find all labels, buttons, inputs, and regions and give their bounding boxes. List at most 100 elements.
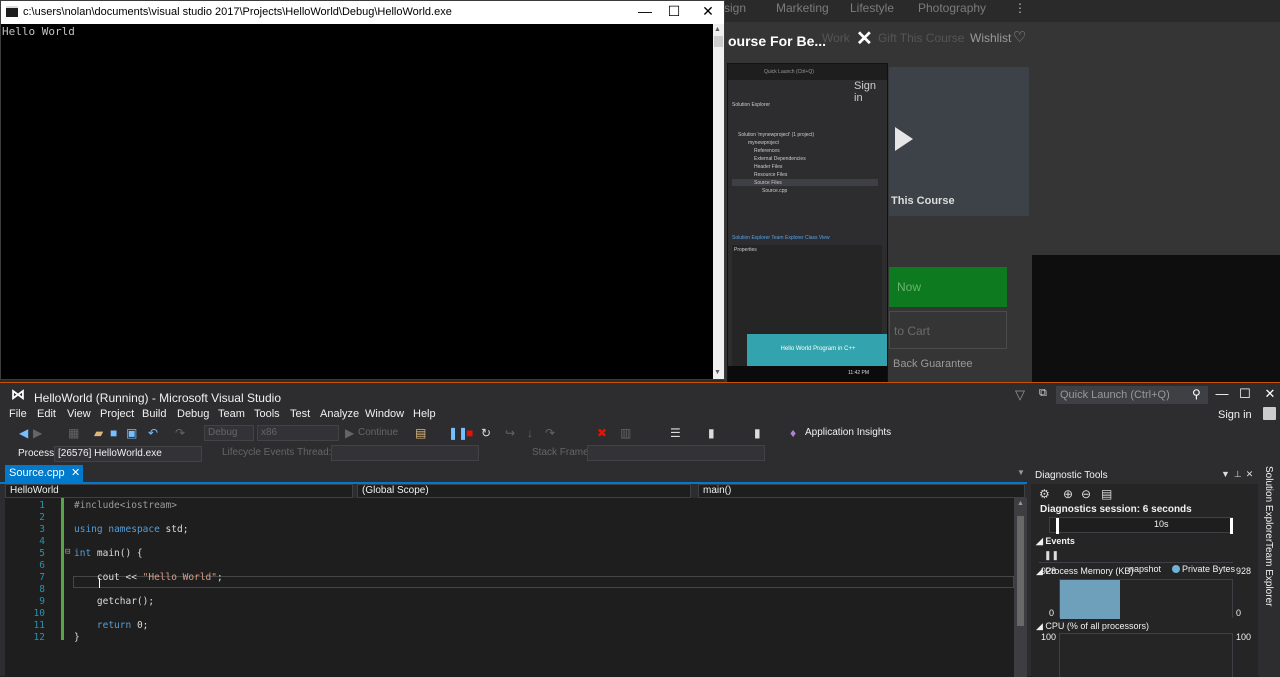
- locals-icon[interactable]: ▥: [620, 426, 631, 440]
- zoom-in-icon[interactable]: ⊕: [1063, 487, 1073, 501]
- nav-item[interactable]: Marketing: [776, 1, 829, 15]
- bookmark-next-icon[interactable]: ▮: [754, 426, 761, 440]
- save-all-icon[interactable]: ▣: [126, 426, 137, 440]
- console-window[interactable]: c:\users\nolan\documents\visual studio 2…: [0, 0, 725, 380]
- menu-window[interactable]: Window: [365, 408, 404, 420]
- tab-solution-explorer[interactable]: Solution Explorer: [1263, 466, 1274, 542]
- editor-scrollbar[interactable]: ▲: [1014, 498, 1027, 677]
- stop-debugging-icon[interactable]: ■: [466, 426, 473, 440]
- back-icon[interactable]: ◀: [19, 426, 28, 440]
- menu-file[interactable]: File: [9, 408, 27, 420]
- maximize-icon[interactable]: ☐: [1235, 386, 1255, 402]
- menu-tools[interactable]: Tools: [254, 408, 280, 420]
- add-to-cart-button[interactable]: to Cart: [889, 311, 1007, 349]
- close-icon[interactable]: ✕: [691, 3, 725, 21]
- diagnostics-timeline[interactable]: 10s: [1049, 517, 1233, 534]
- zoom-out-icon[interactable]: ⊖: [1081, 487, 1091, 501]
- step-over-icon[interactable]: ↷: [545, 426, 555, 440]
- undo-icon[interactable]: ↶: [148, 426, 158, 440]
- gift-course-link[interactable]: Gift This Course: [878, 31, 964, 45]
- avatar[interactable]: [1263, 407, 1276, 420]
- work-link[interactable]: Work: [822, 31, 850, 45]
- redo-icon[interactable]: ↷: [175, 426, 185, 440]
- continue-icon[interactable]: ▶: [345, 426, 354, 440]
- close-icon[interactable]: ✕: [856, 26, 873, 51]
- solution-platform-select[interactable]: x86: [257, 425, 339, 441]
- notifications-filter-icon[interactable]: ▽: [1015, 387, 1025, 403]
- quick-launch-icon[interactable]: ⧉: [1039, 387, 1047, 400]
- nav-item[interactable]: Photography: [918, 1, 986, 15]
- console-titlebar[interactable]: c:\users\nolan\documents\visual studio 2…: [1, 1, 724, 24]
- tab-source-cpp[interactable]: Source.cpp ✕: [5, 465, 83, 482]
- timeline-start-marker[interactable]: [1056, 518, 1059, 534]
- attach-icon[interactable]: ▤: [415, 426, 426, 440]
- scroll-thumb[interactable]: [714, 36, 723, 47]
- events-section[interactable]: ◢ Events: [1036, 536, 1075, 547]
- video-thumbnail[interactable]: This Course: [889, 67, 1029, 216]
- close-icon[interactable]: ✕: [1260, 386, 1280, 402]
- chevron-down-icon[interactable]: ▼: [1017, 468, 1025, 477]
- stack-frame-select[interactable]: [587, 445, 765, 461]
- toggle-comment-icon[interactable]: ☰: [670, 426, 681, 440]
- menu-help[interactable]: Help: [413, 408, 436, 420]
- more-vert-icon[interactable]: ⋮: [1014, 1, 1026, 15]
- pin-icon[interactable]: ⊥: [1234, 469, 1246, 479]
- gear-icon[interactable]: ⚙: [1039, 487, 1050, 501]
- scroll-up-icon[interactable]: ▲: [1017, 500, 1024, 507]
- tab-team-explorer[interactable]: Team Explorer: [1263, 542, 1274, 606]
- restart-icon[interactable]: ↻: [481, 426, 491, 440]
- menu-build[interactable]: Build: [142, 408, 166, 420]
- menu-analyze[interactable]: Analyze: [320, 408, 359, 420]
- panel-controls[interactable]: ▼⊥✕: [1221, 469, 1257, 480]
- bookmark-icon[interactable]: ▮: [708, 426, 715, 440]
- menu-view[interactable]: View: [67, 408, 91, 420]
- break-event-icon[interactable]: ❚❚: [1044, 550, 1059, 561]
- application-insights-icon[interactable]: ♦: [790, 426, 796, 440]
- menu-team[interactable]: Team: [218, 408, 245, 420]
- close-icon[interactable]: ✕: [1246, 469, 1258, 479]
- close-icon[interactable]: ✕: [71, 466, 80, 479]
- menu-test[interactable]: Test: [290, 408, 310, 420]
- diagnostic-tools-header[interactable]: Diagnostic Tools ▼⊥✕: [1031, 466, 1258, 484]
- scroll-down-icon[interactable]: ▼: [714, 369, 721, 376]
- menu-edit[interactable]: Edit: [37, 408, 56, 420]
- chevron-down-icon[interactable]: ▼: [1221, 469, 1234, 479]
- heart-icon[interactable]: ♡: [1013, 28, 1026, 46]
- solution-configuration-select[interactable]: Debug: [204, 425, 254, 441]
- quick-launch-input[interactable]: Quick Launch (Ctrl+Q): [1056, 386, 1208, 404]
- thread-select[interactable]: [331, 445, 479, 461]
- application-insights-button[interactable]: Application Insights: [805, 427, 891, 438]
- collapse-icon[interactable]: ⊟: [65, 547, 70, 557]
- forward-icon[interactable]: ▶: [33, 426, 42, 440]
- member-select[interactable]: main(): [698, 484, 1025, 498]
- new-project-icon[interactable]: ▦: [68, 426, 79, 440]
- show-next-statement-icon[interactable]: ↪: [505, 426, 515, 440]
- wishlist-link[interactable]: Wishlist: [970, 31, 1011, 45]
- maximize-icon[interactable]: ☐: [657, 3, 691, 21]
- continue-button[interactable]: Continue: [358, 427, 398, 438]
- code-editor[interactable]: 1 2 3 4 5 6 7 8 9 10 11 12 ⊟ #include<io…: [5, 498, 1014, 677]
- save-icon[interactable]: ■: [110, 426, 117, 440]
- search-icon[interactable]: ⚲: [1192, 387, 1201, 401]
- buy-now-button[interactable]: Now: [889, 267, 1007, 307]
- minimize-icon[interactable]: —: [1212, 386, 1232, 401]
- nav-item[interactable]: Lifestyle: [850, 1, 894, 15]
- cpu-section[interactable]: ◢ CPU (% of all processors): [1036, 621, 1149, 632]
- menu-debug[interactable]: Debug: [177, 408, 209, 420]
- vs-titlebar[interactable]: ⋈ HelloWorld (Running) - Microsoft Visua…: [0, 383, 1280, 405]
- scroll-thumb[interactable]: [1017, 516, 1024, 626]
- scope-select[interactable]: (Global Scope): [357, 484, 691, 498]
- scroll-up-icon[interactable]: ▲: [714, 26, 721, 33]
- open-folder-icon[interactable]: ▰: [94, 426, 103, 440]
- process-select[interactable]: [26576] HelloWorld.exe: [54, 446, 202, 462]
- console-scrollbar[interactable]: ▲ ▼: [713, 24, 724, 379]
- step-into-icon[interactable]: ↓: [527, 426, 533, 440]
- reset-view-icon[interactable]: ▤: [1101, 487, 1112, 501]
- timeline-end-marker[interactable]: [1230, 518, 1233, 534]
- project-select[interactable]: HelloWorld: [5, 484, 353, 498]
- menu-project[interactable]: Project: [100, 408, 134, 420]
- nav-item[interactable]: sign: [724, 1, 746, 15]
- sign-in-link[interactable]: Sign in: [1218, 409, 1252, 421]
- play-icon[interactable]: [895, 127, 913, 151]
- exception-settings-icon[interactable]: ✖: [597, 426, 607, 440]
